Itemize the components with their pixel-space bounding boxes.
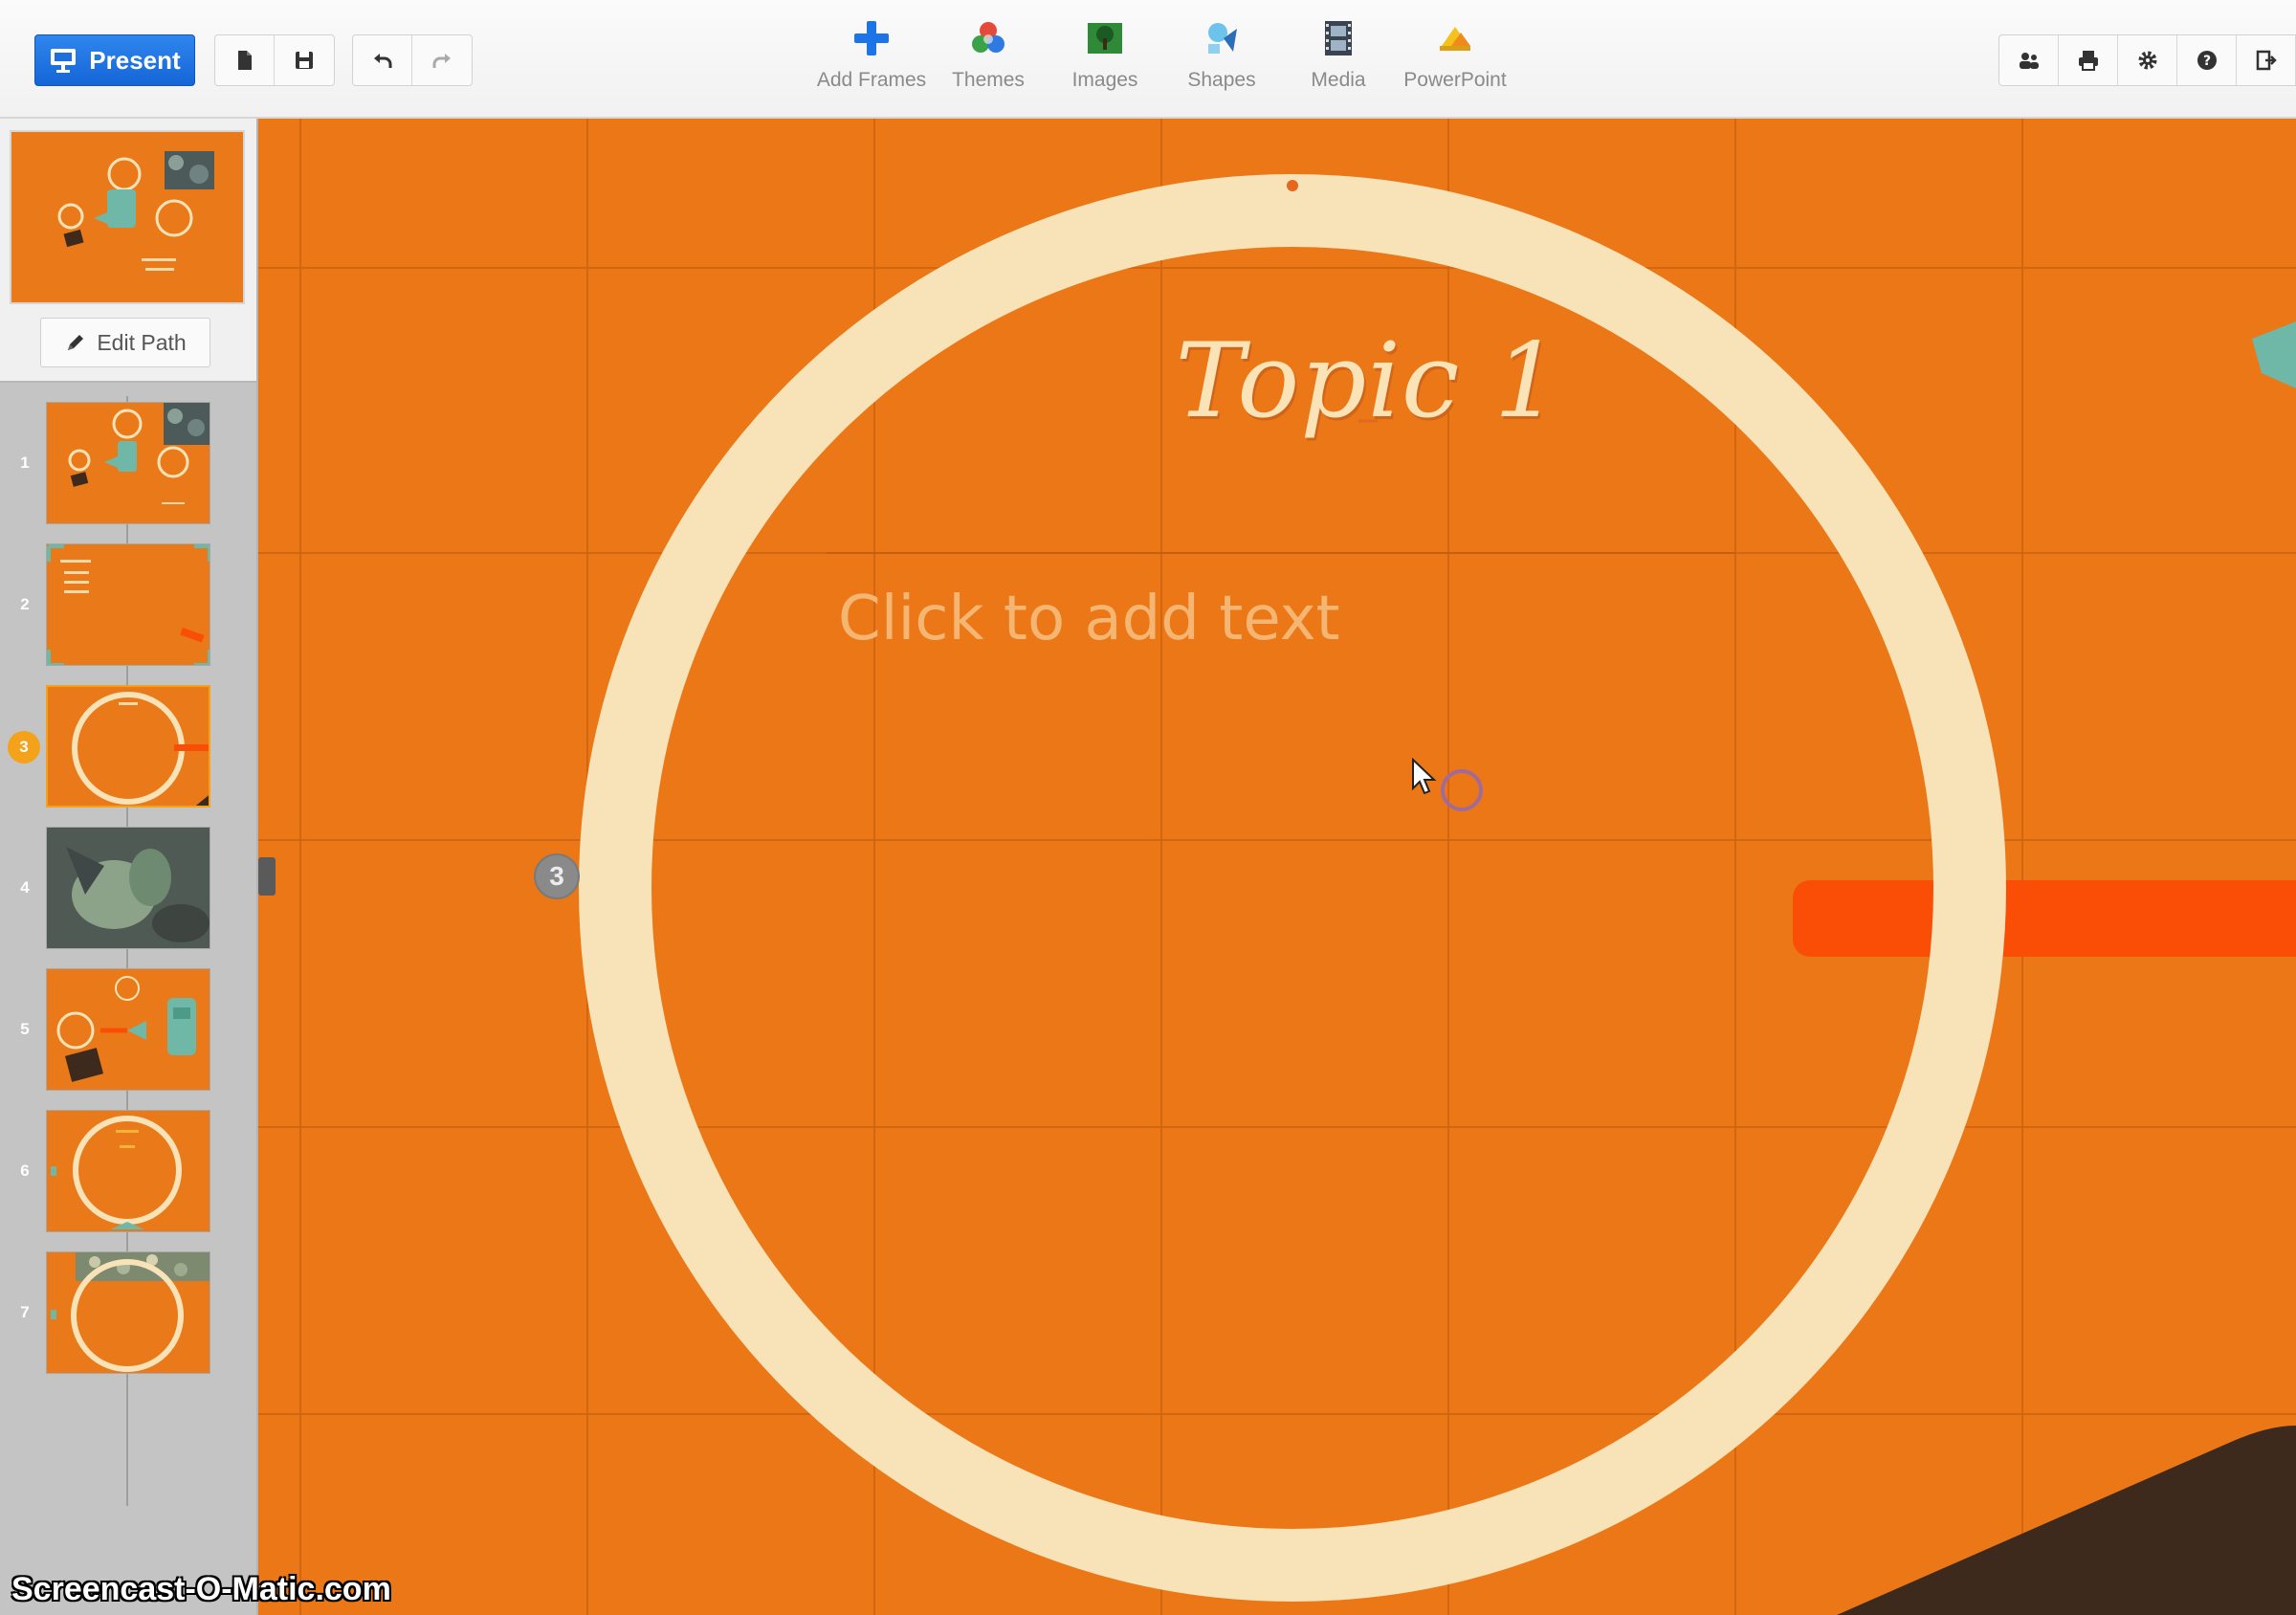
redo-button[interactable] xyxy=(412,35,472,85)
slide-thumbnail[interactable] xyxy=(46,968,210,1091)
add-frames-button[interactable]: Add Frames xyxy=(813,11,930,107)
click-indicator-ring xyxy=(1441,769,1483,811)
slide-number: 1 xyxy=(20,454,30,472)
slide-thumbnail[interactable] xyxy=(46,402,210,524)
add-frames-label: Add Frames xyxy=(816,69,927,91)
insert-tools: Add Frames Themes Images Shapes Media Po… xyxy=(813,11,1513,107)
present-button[interactable]: Present xyxy=(34,34,195,86)
slide-item[interactable]: 5 xyxy=(0,968,256,1093)
slide-number: 4 xyxy=(20,878,30,896)
slide-number-active: 3 xyxy=(8,731,40,763)
slide-item[interactable]: 4 xyxy=(0,827,256,951)
help-icon: ? xyxy=(2197,51,2217,70)
sidebar-resize-handle[interactable] xyxy=(258,857,276,896)
redo-icon xyxy=(432,54,451,68)
exit-button[interactable] xyxy=(2237,35,2296,85)
save-button[interactable] xyxy=(275,35,334,85)
present-label: Present xyxy=(89,45,181,75)
slide-thumbnail[interactable] xyxy=(46,1251,210,1374)
powerpoint-icon xyxy=(1440,27,1470,51)
share-icon xyxy=(2019,53,2039,69)
frame-anchor-dot xyxy=(1287,180,1298,191)
slide-number: 5 xyxy=(20,1020,30,1038)
file-group xyxy=(214,34,335,86)
slide-preview-graphic xyxy=(47,544,210,665)
slide-number: 2 xyxy=(20,595,30,613)
print-icon xyxy=(2078,51,2098,71)
shapes-label: Shapes xyxy=(1187,69,1256,91)
overview-preview-graphic xyxy=(57,151,214,271)
svg-text:?: ? xyxy=(2202,54,2210,69)
undo-icon xyxy=(373,54,391,68)
slide-preview-graphic xyxy=(68,403,210,504)
powerpoint-button[interactable]: PowerPoint xyxy=(1397,11,1513,107)
edit-path-label: Edit Path xyxy=(97,329,187,355)
images-button[interactable]: Images xyxy=(1047,11,1163,107)
slide-thumbnail[interactable] xyxy=(46,827,210,949)
save-icon xyxy=(296,52,313,69)
slide-preview-graphic xyxy=(51,1252,210,1372)
slide-preview-graphic xyxy=(72,692,209,806)
slide-preview-graphic xyxy=(51,1116,182,1229)
exit-icon xyxy=(2256,50,2277,71)
slide-preview-graphic xyxy=(56,976,196,1082)
slide-thumbnail[interactable] xyxy=(46,685,210,808)
slide-item[interactable]: 7 xyxy=(0,1251,256,1376)
slide-thumbnail[interactable] xyxy=(46,1110,210,1232)
undo-button[interactable] xyxy=(353,35,412,85)
slide-number: 6 xyxy=(20,1161,30,1180)
settings-icon xyxy=(2138,51,2156,70)
new-file-icon xyxy=(237,51,252,70)
pencil-icon xyxy=(68,335,84,350)
overview-panel: Edit Path xyxy=(0,119,256,383)
share-button[interactable] xyxy=(1999,35,2059,85)
plus-icon xyxy=(854,21,889,55)
themes-icon xyxy=(972,22,1004,53)
mouse-cursor-icon xyxy=(1412,758,1437,795)
powerpoint-label: PowerPoint xyxy=(1403,69,1507,91)
slide-item-current[interactable]: 3 xyxy=(0,685,256,809)
film-icon xyxy=(1325,21,1352,55)
history-group xyxy=(352,34,473,86)
image-icon xyxy=(1088,23,1122,54)
help-button[interactable]: ? xyxy=(2177,35,2237,85)
right-tools: ? xyxy=(1998,34,2296,86)
slide-thumbnail[interactable] xyxy=(46,543,210,666)
overview-thumbnail[interactable] xyxy=(10,130,245,304)
dark-shape[interactable] xyxy=(1837,1426,2296,1615)
print-button[interactable] xyxy=(2059,35,2118,85)
shapes-button[interactable]: Shapes xyxy=(1163,11,1280,107)
text-placeholder[interactable]: Click to add text xyxy=(838,584,1508,654)
slide-number: 7 xyxy=(20,1303,30,1321)
themes-label: Themes xyxy=(952,69,1025,91)
new-file-button[interactable] xyxy=(215,35,275,85)
watermark: Screencast-O-Matic.com xyxy=(11,1571,391,1607)
slide-item[interactable]: 2 xyxy=(0,543,256,668)
shapes-icon xyxy=(1208,23,1237,54)
teal-shape[interactable] xyxy=(2252,321,2296,388)
edit-path-button[interactable]: Edit Path xyxy=(40,318,210,367)
images-label: Images xyxy=(1071,69,1138,91)
present-icon xyxy=(51,49,77,73)
media-button[interactable]: Media xyxy=(1280,11,1397,107)
slide-item[interactable]: 1 xyxy=(0,402,256,526)
sidebar: Edit Path 1 2 3 4 5 6 7 xyxy=(0,119,258,1615)
themes-button[interactable]: Themes xyxy=(930,11,1047,107)
media-label: Media xyxy=(1311,69,1366,91)
toolbar: Present Add Frames Themes Images Shapes … xyxy=(0,0,2296,119)
path-step-badge[interactable]: 3 xyxy=(534,853,580,899)
accent-bar[interactable] xyxy=(1793,880,2296,957)
slide-preview-graphic xyxy=(47,828,210,948)
frame-title[interactable]: Topic 1 xyxy=(1119,321,1617,441)
slide-item[interactable]: 6 xyxy=(0,1110,256,1234)
settings-button[interactable] xyxy=(2118,35,2177,85)
